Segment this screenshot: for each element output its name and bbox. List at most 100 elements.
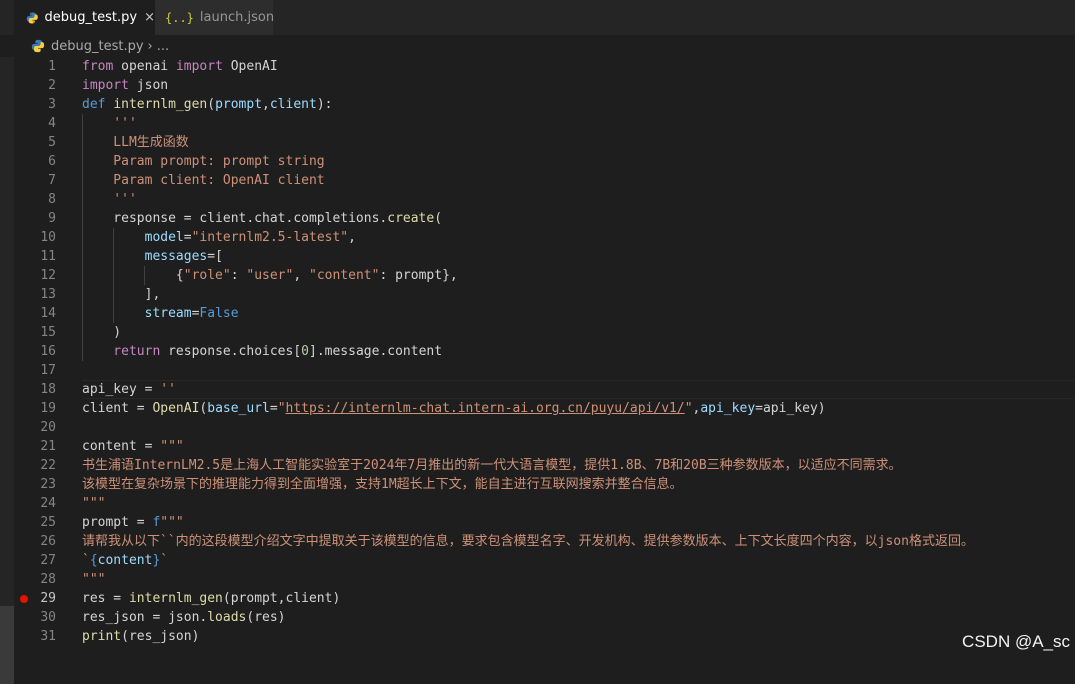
indent-guide [82,133,83,152]
code-token: , [293,268,309,283]
code-line[interactable]: print(res_json) [82,627,1075,646]
code-line[interactable]: def internlm_gen(prompt,client): [82,95,1075,114]
code-token: ) [82,325,122,340]
code-token: """ [160,439,184,454]
code-line[interactable]: res = internlm_gen(prompt,client) [82,589,1075,608]
code-token: : [230,268,247,283]
code-line[interactable]: ''' [82,190,1075,209]
code-token: = [269,401,278,416]
code-token: =api_key) [755,401,826,416]
code-token: ): [316,97,333,112]
line-number: 1 [48,59,56,74]
code-line[interactable] [82,361,1075,380]
code-token: { [82,268,184,283]
indent-guide [144,266,146,285]
code-line[interactable]: LLM生成函数 [82,133,1075,152]
code-line[interactable]: """ [82,494,1075,513]
code-line[interactable]: prompt = f""" [82,513,1075,532]
code-token: (prompt,client) [222,591,341,606]
code-editor[interactable]: from openai import OpenAI import json def … [82,57,1075,646]
chevron-right-icon: › [147,38,153,54]
line-number: 6 [48,154,56,169]
indent-guide [82,323,83,342]
line-number: 17 [40,363,56,378]
breadcrumb: debug_test.py › ... [0,35,1075,57]
indent-guide [82,114,83,133]
line-number: 16 [40,344,56,359]
code-token: api_key [700,401,756,416]
code-token: loads [207,610,247,625]
code-token: =[ [207,249,223,264]
code-line[interactable]: res_json = json.loads(res) [82,608,1075,627]
code-line[interactable]: model="internlm2.5-latest", [82,228,1075,247]
code-line[interactable]: import json [82,76,1075,95]
code-token: LLM生成函数 [82,135,189,150]
breadcrumb-more[interactable]: ... [157,39,169,54]
code-line[interactable] [82,418,1075,437]
code-token: content [97,553,153,568]
code-line[interactable]: 书生浦语InternLM2.5是上海人工智能实验室于2024年7月推出的新一代大… [82,456,1075,475]
indent-guide [113,228,115,247]
line-number: 29 [14,589,56,608]
code-line[interactable]: api_key = '' [82,380,1075,399]
code-line[interactable]: Param client: OpenAI client [82,171,1075,190]
line-number: 22 [40,458,56,473]
code-token: = [183,230,192,245]
code-token: "role" [183,268,231,283]
code-line[interactable]: `{content}` [82,551,1075,570]
code-token: client = [82,401,153,416]
line-number: 15 [40,325,56,340]
code-token: import [175,59,223,74]
line-number: 3 [48,97,56,112]
code-token: ], [82,287,161,302]
line-number: 27 [40,553,56,568]
line-number-gutter[interactable]: 1 2 3 4 5 6 7 8 9 10 11 12 13 14 15 16 17 18 19 20 21 22 23 24 2… [14,57,64,646]
code-token: response.choices[ [160,344,302,359]
code-line[interactable]: content = """ [82,437,1075,456]
code-line[interactable]: """ [82,570,1075,589]
code-token: ].message.content [309,344,443,359]
code-line[interactable]: messages=[ [82,247,1075,266]
code-token: response = client.chat.completions. [82,211,388,226]
code-token: 该模型在复杂场景下的推理能力得到全面增强，支持1M超长上下文，能自主进行互联网搜… [82,477,683,492]
code-line[interactable]: {"role": "user", "content": prompt}, [82,266,1075,285]
code-token: : prompt}, [379,268,458,283]
code-token: Param prompt: prompt string [82,154,325,169]
indent-guide [82,247,83,266]
code-token: """ [160,515,184,530]
line-number: 10 [40,230,56,245]
code-token: messages [144,249,208,264]
code-line[interactable]: return response.choices[0].message.conte… [82,342,1075,361]
breakpoint-icon[interactable] [20,595,28,603]
line-number: 25 [40,515,56,530]
code-line[interactable]: ], [82,285,1075,304]
code-token: " [277,401,286,416]
code-token: openai [121,59,176,74]
code-line[interactable]: 请帮我从以下``内的这段模型介绍文字中提取关于该模型的信息，要求包含模型名字、开… [82,532,1075,551]
code-line[interactable]: ''' [82,114,1075,133]
line-number: 11 [40,249,56,264]
python-icon [26,12,38,23]
code-line[interactable]: from openai import OpenAI [82,57,1075,76]
code-token: ''' [82,192,137,207]
code-line[interactable]: stream=False [82,304,1075,323]
tab-debug-test-py[interactable]: debug_test.py × [14,0,155,35]
code-line[interactable]: 该模型在复杂场景下的推理能力得到全面增强，支持1M超长上下文，能自主进行互联网搜… [82,475,1075,494]
line-number: 2 [48,78,56,93]
tab-launch-json[interactable]: {..} launch.json [155,0,274,35]
breadcrumb-file[interactable]: debug_test.py [51,39,144,54]
code-token: ''' [82,116,137,131]
code-token: False [199,306,239,321]
code-token: content = [82,439,161,454]
scroll-marker [0,606,14,684]
code-token: prompt = [82,515,153,530]
close-icon[interactable]: × [144,10,155,25]
code-line[interactable]: Param prompt: prompt string [82,152,1075,171]
code-line[interactable]: ) [82,323,1075,342]
indent-guide [113,266,115,285]
indent-guide [82,342,83,361]
code-line[interactable]: client = OpenAI(base_url="https://intern… [82,399,1075,418]
code-token: model [144,230,184,245]
code-line[interactable]: response = client.chat.completions.creat… [82,209,1075,228]
activity-strip [0,57,14,684]
